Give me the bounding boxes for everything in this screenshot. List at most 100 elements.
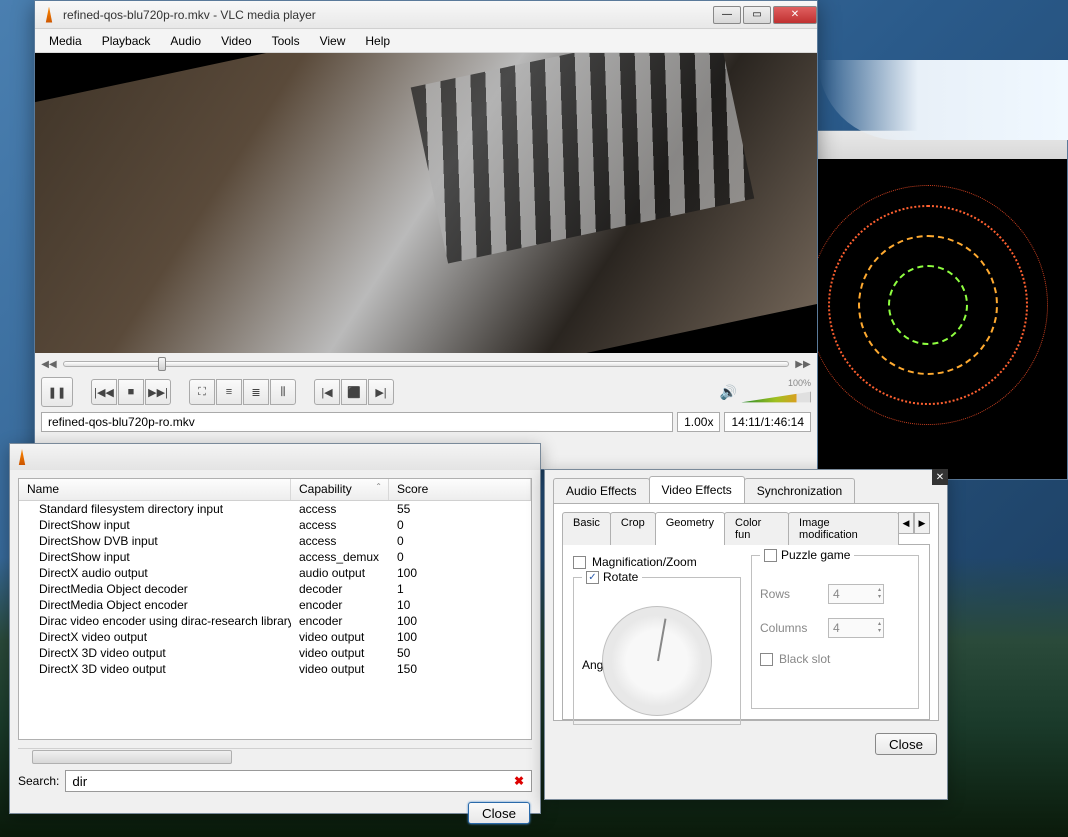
cell-capability: audio output <box>291 566 389 580</box>
status-row: refined-qos-blu720p-ro.mkv 1.00x 14:11/1… <box>35 409 817 435</box>
plugins-titlebar[interactable] <box>10 444 540 470</box>
cell-score: 150 <box>389 662 531 676</box>
cell-capability: encoder <box>291 614 389 628</box>
tab-audio-effects[interactable]: Audio Effects <box>553 478 650 503</box>
cell-score: 10 <box>389 598 531 612</box>
table-header: Name Capability Score <box>19 479 531 501</box>
seek-fwd-icon[interactable]: ▶▶ <box>795 357 811 371</box>
titlebar[interactable]: refined-qos-blu720p-ro.mkv - VLC media p… <box>35 1 817 29</box>
black-slot-check[interactable]: Black slot <box>760 652 910 666</box>
subtab-crop[interactable]: Crop <box>610 512 656 545</box>
equalizer-button[interactable]: ⫼ <box>270 379 296 405</box>
table-row[interactable]: DirectMedia Object decoderdecoder1 <box>19 581 531 597</box>
cell-name: DirectShow input <box>19 518 291 532</box>
mag-zoom-check[interactable]: Magnification/Zoom <box>573 555 741 569</box>
seek-back-icon[interactable]: ◀◀ <box>41 357 57 371</box>
table-row[interactable]: DirectShow inputaccess_demux0 <box>19 549 531 565</box>
menu-view[interactable]: View <box>310 31 356 51</box>
cell-capability: access <box>291 534 389 548</box>
subtab-left-icon[interactable]: ◀ <box>898 512 914 534</box>
menu-help[interactable]: Help <box>355 31 400 51</box>
main-tabs: Audio Effects Video Effects Synchronizat… <box>545 470 947 503</box>
cell-name: DirectX 3D video output <box>19 646 291 660</box>
minimize-button[interactable]: — <box>713 6 741 24</box>
seek-thumb[interactable] <box>158 357 166 371</box>
cell-capability: video output <box>291 662 389 676</box>
window-title: refined-qos-blu720p-ro.mkv - VLC media p… <box>63 8 711 22</box>
extended-button[interactable]: ≣ <box>243 379 269 405</box>
search-input[interactable] <box>65 770 532 792</box>
rotate-group: ✓ Rotate Angle <box>573 577 741 725</box>
subtab-basic[interactable]: Basic <box>562 512 611 545</box>
table-row[interactable]: DirectShow inputaccess0 <box>19 517 531 533</box>
rows-spinner[interactable]: 4 <box>828 584 884 604</box>
pause-button[interactable]: ❚❚ <box>41 377 73 407</box>
volume-slider[interactable] <box>741 388 811 406</box>
subtab-geometry[interactable]: Geometry <box>655 512 725 545</box>
cols-label: Columns <box>760 621 820 635</box>
menu-tools[interactable]: Tools <box>262 31 310 51</box>
cols-spinner[interactable]: 4 <box>828 618 884 638</box>
table-row[interactable]: DirectX 3D video outputvideo output150 <box>19 661 531 677</box>
geometry-panel: Magnification/Zoom ✓ Rotate Angle Puzzle… <box>562 544 930 720</box>
prev-button[interactable]: |◀◀ <box>91 379 117 405</box>
next-button[interactable]: ▶▶| <box>145 379 171 405</box>
effects-dialog: ✕ Audio Effects Video Effects Synchroniz… <box>544 469 948 800</box>
cell-score: 55 <box>389 502 531 516</box>
tab-video-effects[interactable]: Video Effects <box>649 476 745 503</box>
menu-audio[interactable]: Audio <box>160 31 211 51</box>
hscrollbar[interactable] <box>18 748 532 764</box>
seek-slider[interactable] <box>63 361 789 367</box>
playlist-button[interactable]: ≡ <box>216 379 242 405</box>
status-time[interactable]: 14:11/1:46:14 <box>724 412 811 432</box>
status-filename[interactable]: refined-qos-blu720p-ro.mkv <box>41 412 673 432</box>
subtab-image-mod[interactable]: Image modification <box>788 512 899 545</box>
menu-video[interactable]: Video <box>211 31 261 51</box>
record-button[interactable]: ⬛ <box>341 379 367 405</box>
menu-media[interactable]: Media <box>39 31 92 51</box>
cell-capability: access <box>291 502 389 516</box>
hscroll-thumb[interactable] <box>32 750 232 764</box>
close-button[interactable]: Close <box>468 802 530 824</box>
frame-back-button[interactable]: |◀ <box>314 379 340 405</box>
speaker-icon[interactable]: 🔊 <box>720 384 737 401</box>
col-score[interactable]: Score <box>389 479 531 500</box>
table-row[interactable]: Dirac video encoder using dirac-research… <box>19 613 531 629</box>
cell-name: Standard filesystem directory input <box>19 502 291 516</box>
menu-playback[interactable]: Playback <box>92 31 161 51</box>
video-area[interactable] <box>35 53 817 353</box>
angle-dial[interactable] <box>602 606 712 716</box>
table-row[interactable]: DirectShow DVB inputaccess0 <box>19 533 531 549</box>
checkbox-icon <box>573 556 586 569</box>
cell-score: 1 <box>389 582 531 596</box>
table-row[interactable]: Standard filesystem directory inputacces… <box>19 501 531 517</box>
subtab-color-fun[interactable]: Color fun <box>724 512 789 545</box>
stop-button[interactable]: ■ <box>118 379 144 405</box>
cell-name: DirectShow DVB input <box>19 534 291 548</box>
vlc-cone-icon <box>14 449 30 465</box>
sub-tabs: Basic Crop Geometry Color fun Image modi… <box>562 512 930 545</box>
table-row[interactable]: DirectX audio outputaudio output100 <box>19 565 531 581</box>
table-row[interactable]: DirectX video outputvideo output100 <box>19 629 531 645</box>
maximize-button[interactable]: ▭ <box>743 6 771 24</box>
rotate-check[interactable]: ✓ Rotate <box>582 570 642 584</box>
volume-percent: 100% <box>788 378 811 388</box>
checkbox-icon: ✓ <box>586 571 599 584</box>
clear-icon[interactable]: ✖ <box>514 774 524 788</box>
fullscreen-button[interactable]: ⛶ <box>189 379 215 405</box>
subtab-right-icon[interactable]: ▶ <box>914 512 930 534</box>
frame-fwd-button[interactable]: ▶| <box>368 379 394 405</box>
puzzle-check[interactable]: Puzzle game <box>760 548 854 562</box>
tab-synchronization[interactable]: Synchronization <box>744 478 855 503</box>
cell-name: Dirac video encoder using dirac-research… <box>19 614 291 628</box>
table-row[interactable]: DirectMedia Object encoderencoder10 <box>19 597 531 613</box>
plugins-table: Name Capability Score Standard filesyste… <box>18 478 532 740</box>
col-name[interactable]: Name <box>19 479 291 500</box>
cell-capability: video output <box>291 646 389 660</box>
close-button[interactable]: ✕ <box>773 6 817 24</box>
cell-capability: decoder <box>291 582 389 596</box>
table-row[interactable]: DirectX 3D video outputvideo output50 <box>19 645 531 661</box>
close-button[interactable]: Close <box>875 733 937 755</box>
col-capability[interactable]: Capability <box>291 479 389 500</box>
status-speed[interactable]: 1.00x <box>677 412 720 432</box>
